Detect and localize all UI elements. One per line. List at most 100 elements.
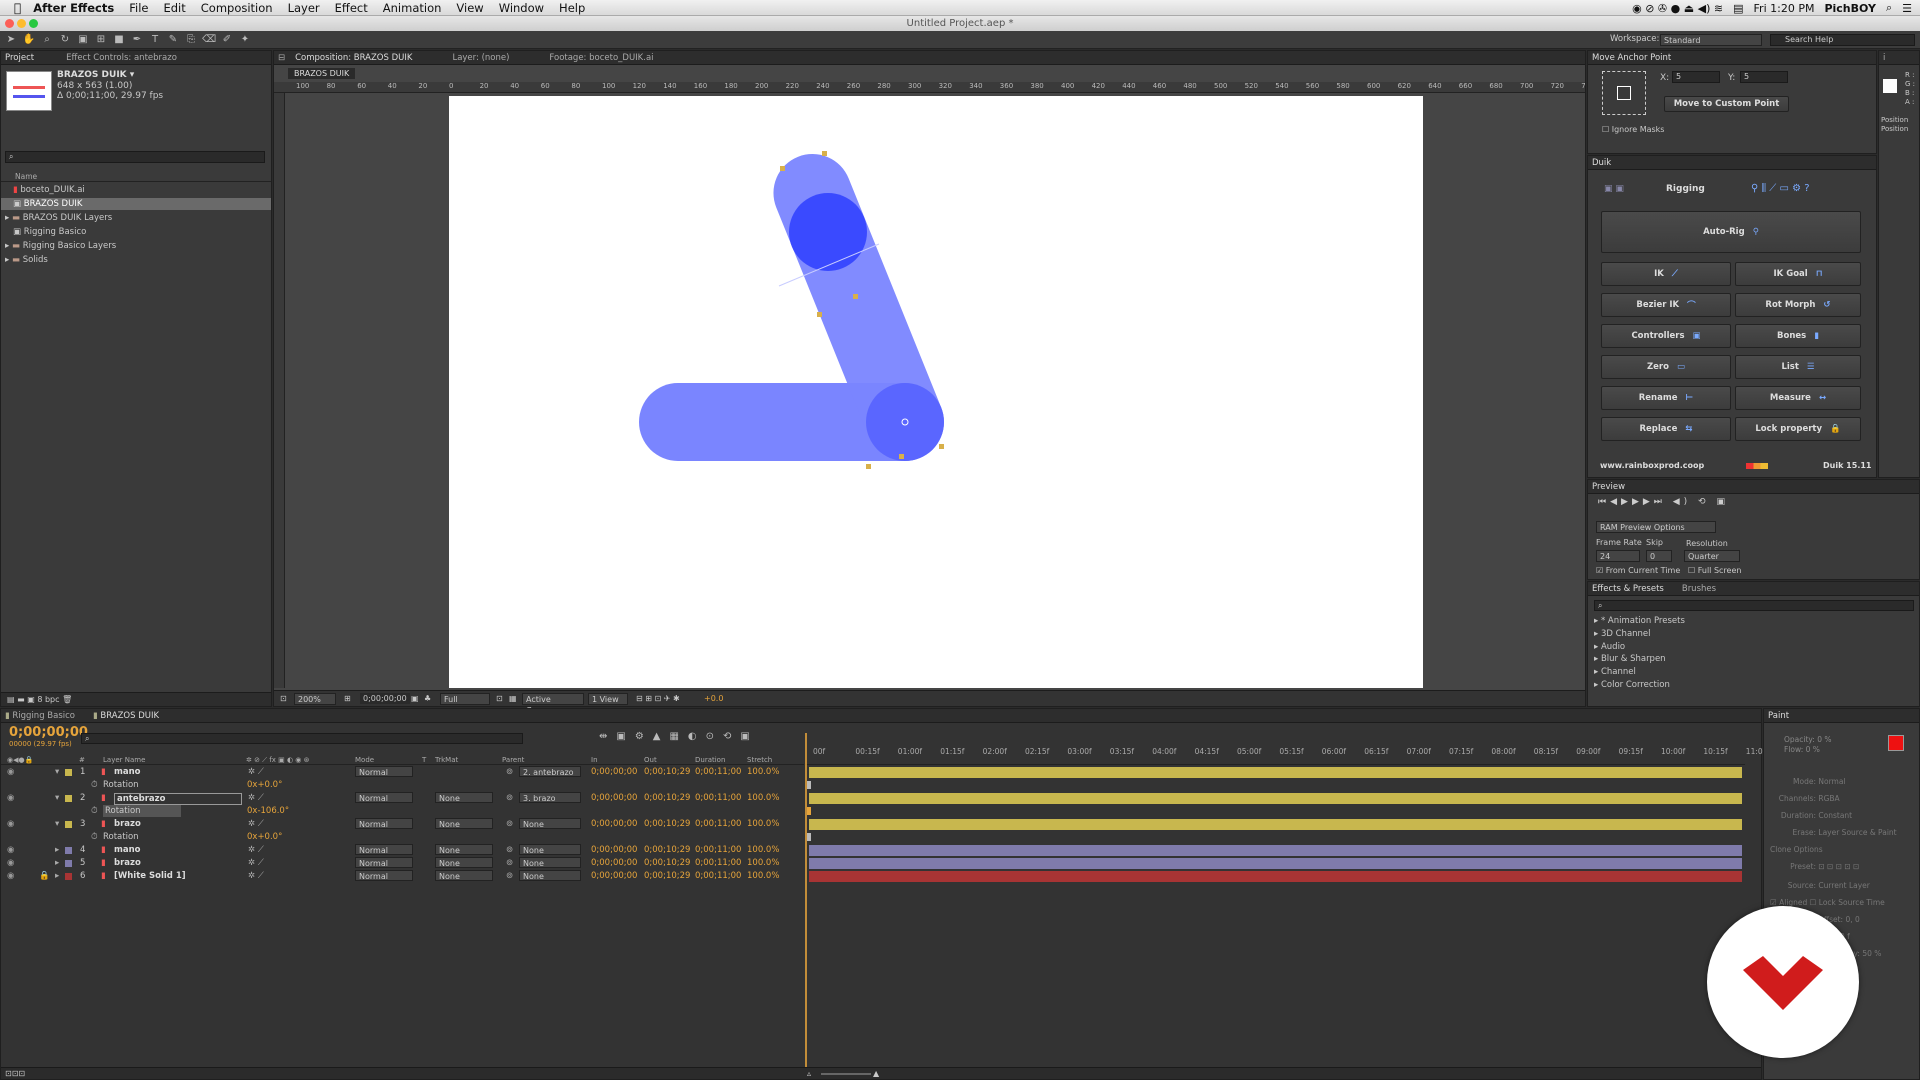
layer-parent-select[interactable]: None — [519, 844, 581, 855]
project-item[interactable]: ▣ Rigging Basico — [1, 226, 271, 238]
twirl-icon[interactable]: ▸ — [55, 870, 59, 882]
workspace-select[interactable]: Standard — [1660, 34, 1762, 46]
layer-mode-select[interactable]: Normal — [355, 844, 413, 855]
layer-duration-bar[interactable] — [809, 858, 1742, 869]
effects-search-input[interactable]: ⌕ — [1594, 600, 1914, 611]
ignore-masks-checkbox[interactable]: ☐ Ignore Masks — [1602, 125, 1664, 134]
measure-button[interactable]: Measure ↔ — [1735, 386, 1861, 410]
layer-stretch[interactable]: 100.0% — [747, 870, 779, 882]
menu-user[interactable]: PichBOY — [1824, 2, 1876, 15]
layer-name[interactable]: brazo — [114, 857, 141, 869]
frame-rate-select[interactable]: 24 — [1596, 550, 1640, 562]
replace-button[interactable]: Replace ⇆ — [1601, 417, 1731, 441]
comp-name[interactable]: BRAZOS DUIK ▾ — [57, 70, 134, 80]
layer-mode-select[interactable]: Normal — [355, 857, 413, 868]
full-screen-checkbox[interactable]: ☐ Full Screen — [1688, 566, 1741, 575]
layer-switches[interactable]: ✲ ⟋ — [248, 857, 264, 869]
label-color-swatch[interactable] — [65, 769, 72, 776]
layer-in[interactable]: 0;00;00;00 — [591, 818, 637, 830]
duik-url[interactable]: www.rainboxprod.coop — [1600, 461, 1704, 470]
project-folder[interactable]: ▸ ▬ Rigging Basico Layers — [1, 240, 271, 252]
safe-area-icon[interactable]: ⊞ — [344, 691, 351, 706]
folder-icon[interactable]: ▬ — [17, 695, 27, 704]
effects-item[interactable]: ▸ Color Correction — [1594, 679, 1685, 692]
col-parent[interactable]: Parent — [502, 755, 524, 765]
layer-name[interactable]: mano — [114, 844, 140, 856]
layer-stretch[interactable]: 100.0% — [747, 857, 779, 869]
keyframe-marker[interactable] — [807, 833, 811, 841]
foreground-color-swatch[interactable] — [1888, 735, 1904, 751]
layer-out[interactable]: 0;00;10;29 — [644, 870, 690, 882]
rotate-tool-icon[interactable]: ↻ — [58, 34, 72, 46]
twirl-icon[interactable]: ▾ — [55, 818, 59, 830]
layer-property-row[interactable]: ⏱ Rotation 0x-106.0° — [1, 805, 1745, 817]
duik-toolbar-icons[interactable]: ⚲ ⫼ ⟋ ▭ ⚙ ? — [1751, 183, 1810, 194]
eye-icon[interactable]: ◉ — [7, 844, 14, 856]
new-comp-icon[interactable]: ▣ — [27, 695, 37, 704]
layer-parent-select[interactable]: None — [519, 818, 581, 829]
effects-item[interactable]: ▸ Blur & Sharpen — [1594, 653, 1685, 666]
paint-channels-select[interactable]: RGBA — [1818, 794, 1839, 803]
flag-icon[interactable]: ▤ — [1733, 2, 1743, 15]
layer-duration-bar[interactable] — [809, 819, 1742, 830]
apple-icon[interactable]:  — [14, 1, 21, 15]
ik-goal-button[interactable]: IK Goal ⊓ — [1735, 262, 1861, 286]
layer-stretch[interactable]: 100.0% — [747, 792, 779, 804]
col-duration[interactable]: Duration — [695, 755, 725, 765]
timeline-zoom-slider[interactable] — [821, 1073, 871, 1075]
keyframe-marker[interactable] — [807, 781, 811, 789]
switches-icons[interactable]: ✲ ⊘ ⟋ fx ▣ ◐ ◉ ⊛ — [246, 755, 310, 765]
project-folder[interactable]: ▸ ▬ BRAZOS DUIK Layers — [1, 212, 271, 224]
project-item[interactable]: ▮ boceto_DUIK.ai — [1, 184, 271, 196]
layer-stretch[interactable]: 100.0% — [747, 844, 779, 856]
anchor-y-input[interactable]: 5 — [1740, 71, 1788, 83]
menu-effect[interactable]: Effect — [335, 1, 368, 15]
puppet-tool-icon[interactable]: ✦ — [238, 34, 252, 46]
col-layer-name[interactable]: Layer Name — [103, 755, 145, 765]
layer-in[interactable]: 0;00;00;00 — [591, 857, 637, 869]
layer-switches[interactable]: ✲ ⟋ — [248, 818, 264, 830]
trash-icon[interactable]: 🗑 — [62, 695, 72, 704]
keyframe-marker[interactable] — [807, 807, 811, 815]
effects-item[interactable]: ▸ Channel — [1594, 666, 1685, 679]
layer-out[interactable]: 0;00;10;29 — [644, 844, 690, 856]
layer-duration[interactable]: 0;00;11;00 — [695, 844, 741, 856]
zoom-in-icon[interactable]: ▲ — [873, 1068, 879, 1079]
layer-out[interactable]: 0;00;10;29 — [644, 857, 690, 869]
layer-property-row[interactable]: ⏱ Rotation 0x+0.0° — [1, 831, 1745, 843]
menu-window[interactable]: Window — [499, 1, 544, 15]
list-icon[interactable]: ☰ — [1902, 2, 1912, 15]
status-icons[interactable]: ◉ ⊘ ✇ ● ⏏ ◀) ≋ — [1632, 2, 1723, 15]
project-item-selected[interactable]: ▣ BRAZOS DUIK — [1, 198, 271, 210]
stopwatch-icon[interactable]: ⏱ — [91, 779, 98, 791]
pickwhip-icon[interactable]: ⊚ — [506, 818, 513, 830]
roto-tool-icon[interactable]: ✐ — [220, 34, 234, 46]
layer-name[interactable]: antebrazo — [114, 793, 242, 805]
brush-tool-icon[interactable]: ✎ — [166, 34, 180, 46]
toggle-icons[interactable]: ⊟ ⊞ ⊡ ✈ ✱ — [636, 691, 680, 706]
tab-layer[interactable]: Layer: (none) — [452, 53, 509, 63]
av-features-icons[interactable]: ◉◀●🔒 — [7, 755, 33, 765]
layer-trkmat-select[interactable]: None — [435, 857, 493, 868]
layer-switches[interactable]: ✲ ⟋ — [248, 844, 264, 856]
lock-icon[interactable]: ⊟ — [278, 53, 285, 63]
effects-item[interactable]: ▸ Audio — [1594, 641, 1685, 654]
layer-in[interactable]: 0;00;00;00 — [591, 844, 637, 856]
layer-name[interactable]: mano — [114, 766, 140, 778]
tab-duik[interactable]: Duik — [1592, 158, 1611, 168]
always-preview-icon[interactable]: ⊡ — [280, 691, 287, 706]
resolution-select[interactable]: Quarter — [1684, 550, 1740, 562]
show-channel-icon[interactable]: ♣ — [424, 691, 431, 706]
menu-composition[interactable]: Composition — [201, 1, 273, 15]
camera-tool-icon[interactable]: ▣ — [76, 34, 90, 46]
twirl-icon[interactable]: ▾ — [55, 792, 59, 804]
minimize-icon[interactable] — [17, 19, 26, 28]
bpc-label[interactable]: 8 bpc — [37, 695, 59, 704]
menu-file[interactable]: File — [129, 1, 148, 15]
time-ruler[interactable]: 00f 00:15f 01:00f 01:15f 02:00f 02:15f 03:00f 0… — [805, 733, 1763, 765]
rename-button[interactable]: Rename ⊢ — [1601, 386, 1731, 410]
layer-switches[interactable]: ✲ ⟋ — [248, 792, 264, 804]
col-in[interactable]: In — [591, 755, 598, 765]
tab-footage[interactable]: Footage: boceto_DUIK.ai — [549, 53, 653, 63]
eye-icon[interactable]: ◉ — [7, 766, 14, 778]
